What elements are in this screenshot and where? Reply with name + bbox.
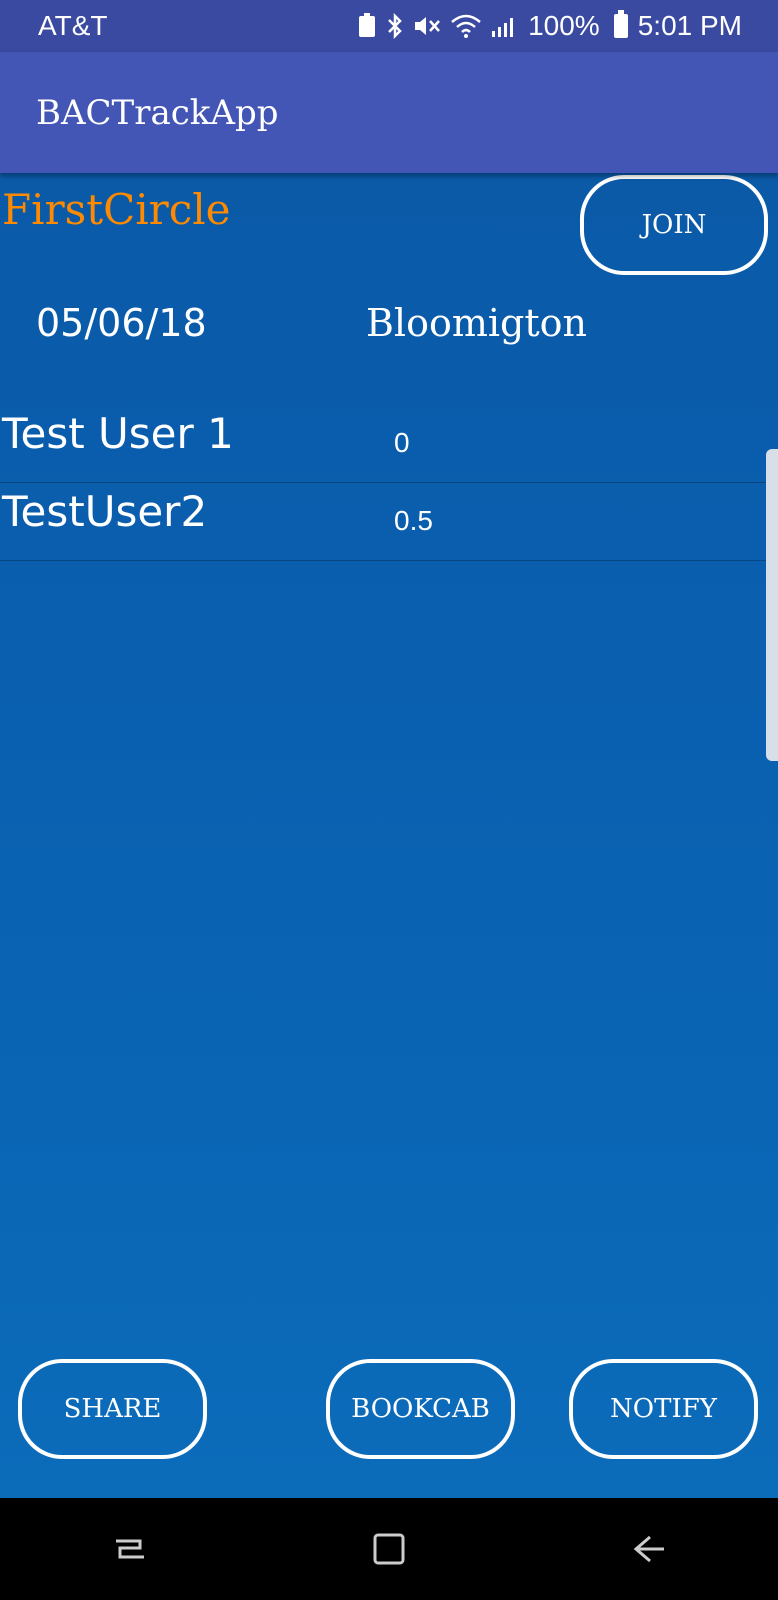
mute-icon [415, 17, 441, 35]
circle-name: FirstCircle [2, 185, 231, 234]
home-icon [373, 1533, 405, 1565]
battery-percent: 100% [528, 10, 600, 41]
circle-date: 05/06/18 [36, 301, 207, 345]
carrier-label: AT&T [38, 10, 108, 41]
user-bac-value: 0.5 [394, 505, 433, 536]
notify-button[interactable]: NOTIFY [569, 1359, 758, 1459]
user-name: TestUser2 [2, 487, 208, 536]
list-item[interactable]: TestUser2 0.5 [0, 483, 770, 561]
battery-saver-icon [359, 13, 376, 37]
circle-content: FirstCircle JOIN 05/06/18 Bloomigton Tes… [0, 173, 778, 1498]
user-name: Test User 1 [2, 409, 234, 458]
scrollbar-thumb[interactable] [766, 449, 778, 761]
battery-icon [613, 10, 628, 38]
recent-apps-button[interactable] [100, 1519, 160, 1579]
app-bar: BACTrackApp [0, 52, 778, 173]
status-icons [356, 13, 518, 39]
bluetooth-icon [388, 13, 402, 39]
list-item[interactable]: Test User 1 0 [0, 405, 770, 483]
back-button[interactable] [618, 1519, 678, 1579]
back-icon [634, 1535, 665, 1563]
bookcab-button[interactable]: BOOKCAB [326, 1359, 515, 1459]
user-bac-value: 0 [394, 427, 410, 458]
app-title: BACTrackApp [36, 92, 279, 133]
navigation-bar [0, 1498, 778, 1600]
home-button[interactable] [359, 1519, 419, 1579]
share-button[interactable]: SHARE [18, 1359, 207, 1459]
status-right: 100% 5:01 PM [356, 10, 742, 42]
status-bar: AT&T 100% 5:01 PM [0, 0, 778, 52]
circle-location: Bloomigton [366, 301, 587, 345]
recent-apps-icon [115, 1539, 144, 1559]
wifi-icon [451, 14, 481, 38]
clock: 5:01 PM [637, 10, 742, 41]
join-button[interactable]: JOIN [580, 175, 768, 275]
signal-icon [492, 18, 514, 37]
